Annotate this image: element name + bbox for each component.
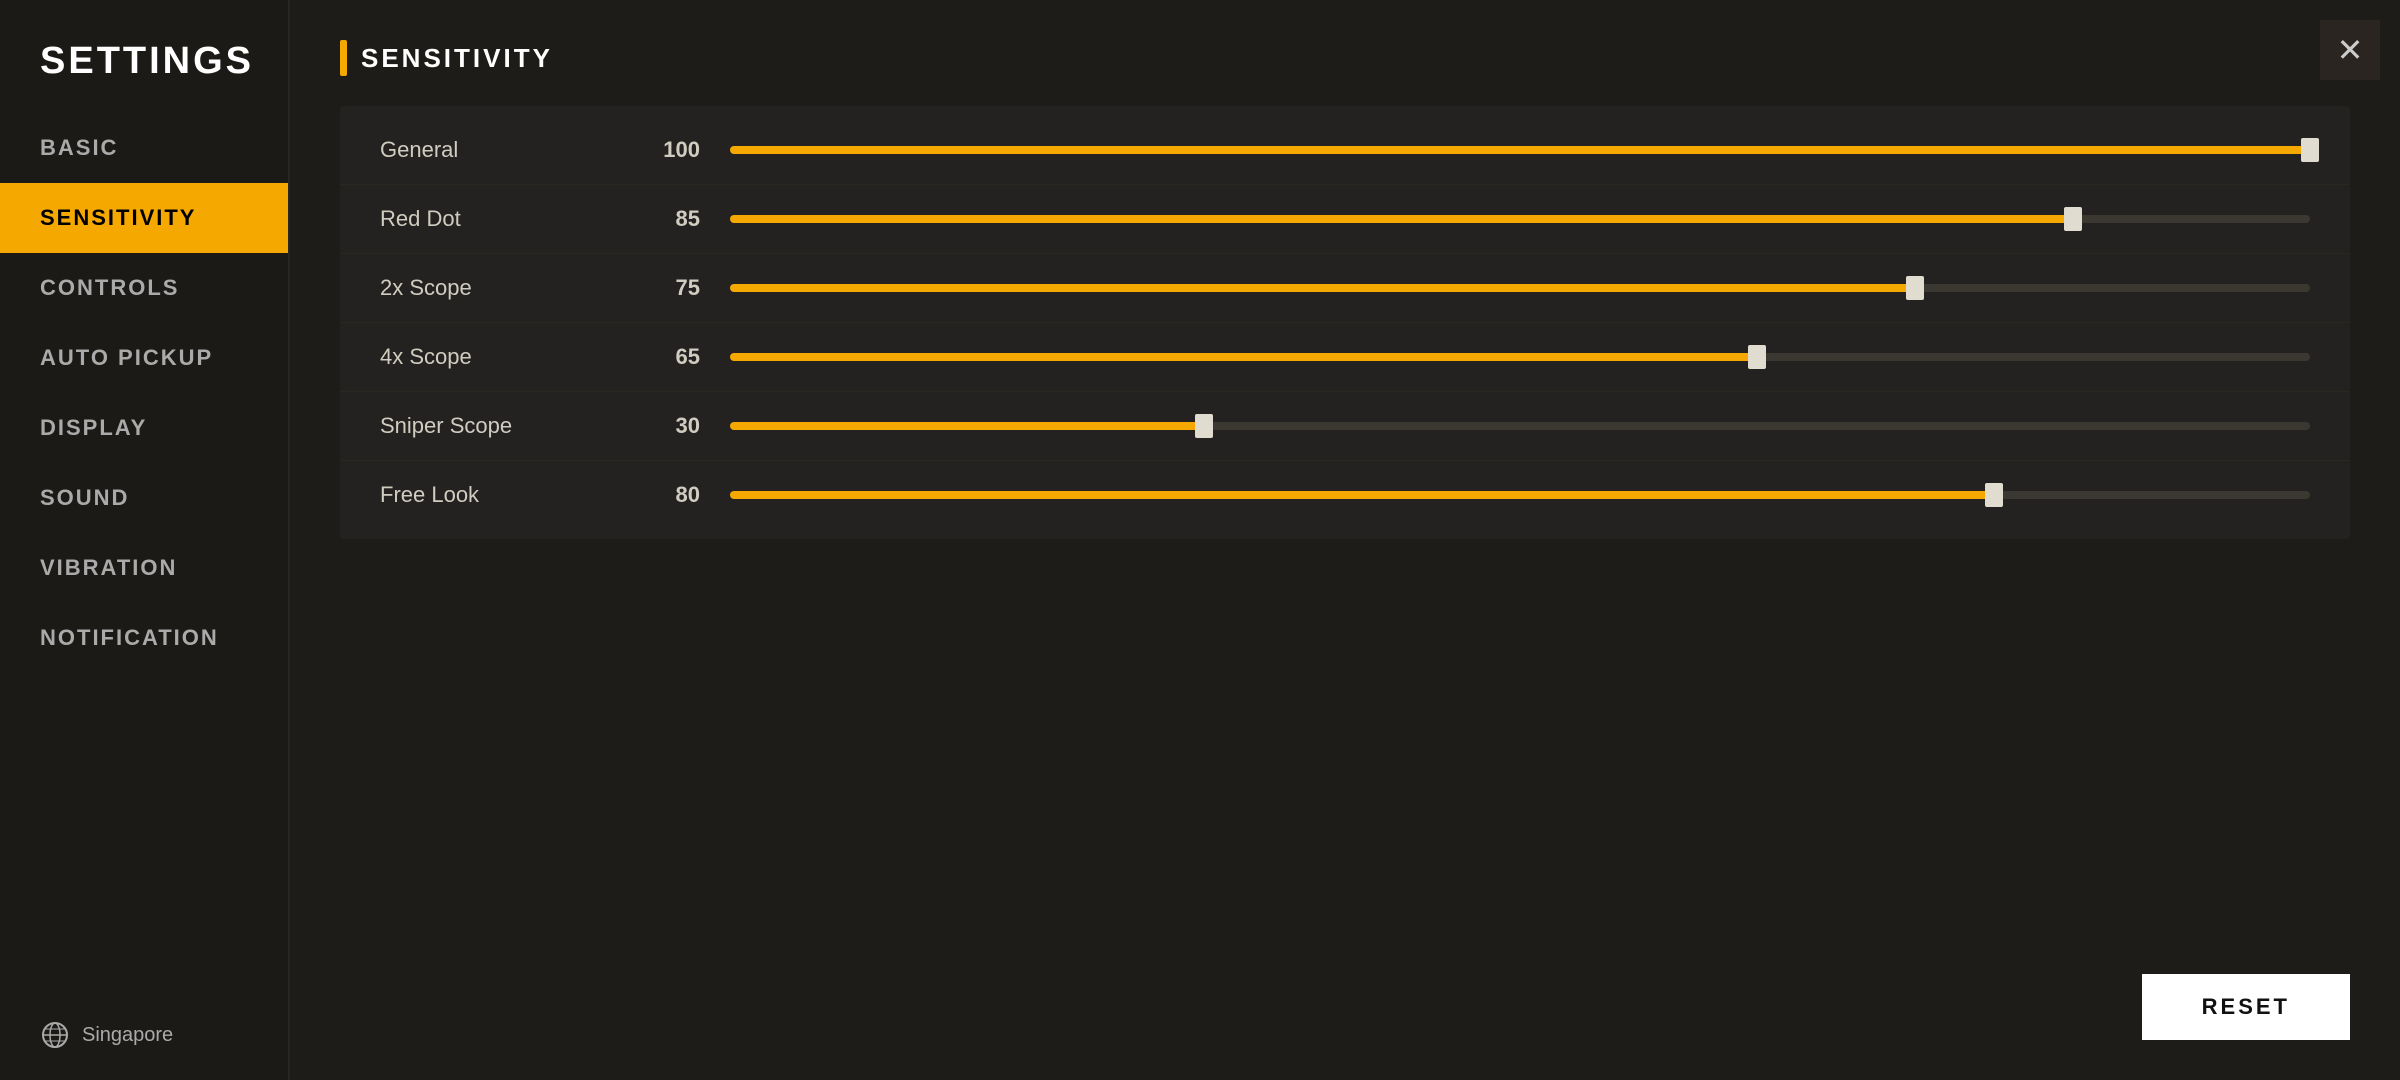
slider-value-2x-scope: 75 — [630, 275, 700, 301]
slider-track-free-look — [730, 491, 2310, 499]
slider-label-general: General — [380, 137, 600, 163]
sidebar: SETTINGS BASICSENSITIVITYCONTROLSAUTO PI… — [0, 0, 290, 1080]
slider-track-container-general[interactable] — [730, 136, 2310, 164]
slider-row-4x-scope: 4x Scope 65 — [340, 323, 2350, 392]
slider-value-4x-scope: 65 — [630, 344, 700, 370]
slider-fill-sniper-scope — [730, 422, 1204, 430]
reset-button[interactable]: RESET — [2142, 974, 2350, 1040]
location-label: Singapore — [82, 1024, 173, 1047]
sidebar-nav: BASICSENSITIVITYCONTROLSAUTO PICKUPDISPL… — [0, 113, 288, 673]
slider-row-red-dot: Red Dot 85 — [340, 185, 2350, 254]
slider-label-sniper-scope: Sniper Scope — [380, 413, 600, 439]
slider-fill-free-look — [730, 491, 1994, 499]
section-title-bar — [340, 40, 347, 76]
slider-value-free-look: 80 — [630, 482, 700, 508]
section-header: SENSITIVITY — [340, 40, 2350, 76]
sidebar-item-sound[interactable]: SOUND — [0, 463, 288, 533]
slider-track-2x-scope — [730, 284, 2310, 292]
close-icon: ✕ — [2337, 34, 2364, 66]
settings-title: SETTINGS — [0, 20, 288, 113]
slider-value-general: 100 — [630, 137, 700, 163]
slider-thumb-red-dot[interactable] — [2064, 207, 2082, 231]
slider-label-2x-scope: 2x Scope — [380, 275, 600, 301]
slider-thumb-4x-scope[interactable] — [1748, 345, 1766, 369]
slider-row-sniper-scope: Sniper Scope 30 — [340, 392, 2350, 461]
sidebar-footer: Singapore — [0, 990, 288, 1080]
close-button[interactable]: ✕ — [2320, 20, 2380, 80]
slider-thumb-sniper-scope[interactable] — [1195, 414, 1213, 438]
slider-thumb-general[interactable] — [2301, 138, 2319, 162]
slider-fill-red-dot — [730, 215, 2073, 223]
slider-track-container-sniper-scope[interactable] — [730, 412, 2310, 440]
main-content: ✕ SENSITIVITY General 100 Red Dot 85 2x Scop… — [290, 0, 2400, 1080]
slider-track-general — [730, 146, 2310, 154]
slider-track-container-red-dot[interactable] — [730, 205, 2310, 233]
slider-row-general: General 100 — [340, 116, 2350, 185]
slider-track-red-dot — [730, 215, 2310, 223]
sidebar-item-controls[interactable]: CONTROLS — [0, 253, 288, 323]
slider-fill-2x-scope — [730, 284, 1915, 292]
slider-track-container-free-look[interactable] — [730, 481, 2310, 509]
sidebar-item-sensitivity[interactable]: SENSITIVITY — [0, 183, 288, 253]
slider-track-container-2x-scope[interactable] — [730, 274, 2310, 302]
slider-label-4x-scope: 4x Scope — [380, 344, 600, 370]
slider-row-2x-scope: 2x Scope 75 — [340, 254, 2350, 323]
sensitivity-panel: General 100 Red Dot 85 2x Scope 75 4x Scope 65 S… — [340, 106, 2350, 539]
sidebar-item-vibration[interactable]: VIBRATION — [0, 533, 288, 603]
sidebar-item-auto-pickup[interactable]: AUTO PICKUP — [0, 323, 288, 393]
settings-container: SETTINGS BASICSENSITIVITYCONTROLSAUTO PI… — [0, 0, 2400, 1080]
slider-fill-general — [730, 146, 2310, 154]
sidebar-item-notification[interactable]: NOTIFICATION — [0, 603, 288, 673]
slider-track-4x-scope — [730, 353, 2310, 361]
slider-thumb-free-look[interactable] — [1985, 483, 2003, 507]
slider-value-sniper-scope: 30 — [630, 413, 700, 439]
sidebar-item-basic[interactable]: BASIC — [0, 113, 288, 183]
slider-fill-4x-scope — [730, 353, 1757, 361]
slider-track-container-4x-scope[interactable] — [730, 343, 2310, 371]
slider-thumb-2x-scope[interactable] — [1906, 276, 1924, 300]
slider-track-sniper-scope — [730, 422, 2310, 430]
sidebar-item-display[interactable]: DISPLAY — [0, 393, 288, 463]
slider-label-red-dot: Red Dot — [380, 206, 600, 232]
slider-label-free-look: Free Look — [380, 482, 600, 508]
section-title-text: SENSITIVITY — [361, 43, 553, 74]
slider-row-free-look: Free Look 80 — [340, 461, 2350, 529]
slider-value-red-dot: 85 — [630, 206, 700, 232]
globe-icon — [40, 1020, 70, 1050]
